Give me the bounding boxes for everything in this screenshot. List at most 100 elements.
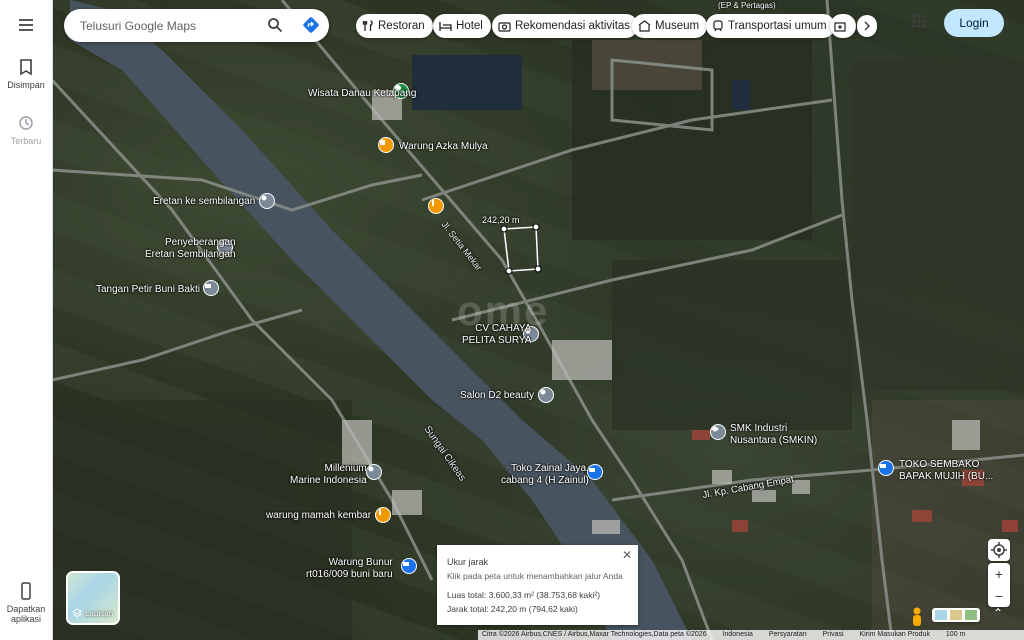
label-line: Warung Bunur (328, 557, 393, 568)
landmark-pin-icon[interactable] (259, 193, 275, 209)
pharmacy-icon (834, 22, 846, 32)
museum-icon (638, 20, 651, 32)
imagery-attribution: Citra ©2026 Airbus,CNES / Airbus,Maxar T… (482, 631, 707, 638)
phone-icon (21, 582, 31, 600)
layers-icon (72, 608, 82, 618)
business-pin-icon[interactable] (366, 464, 382, 480)
label-line: CV CAHAYA (475, 323, 532, 334)
measure-title: Ukur jarak (447, 557, 489, 567)
footer-feedback[interactable]: Kirim Masukan Produk (860, 631, 930, 638)
chevron-right-icon (864, 21, 871, 31)
camera-icon (498, 22, 511, 32)
place-label-smk[interactable]: SMK Industri Nusantara (SMKIN) (730, 423, 817, 447)
pegman-icon[interactable] (908, 606, 926, 628)
login-button[interactable]: Login (944, 9, 1004, 37)
label-line: Millenium (324, 463, 367, 474)
apps-grid-icon[interactable] (912, 14, 926, 28)
measure-distance-label: 242,20 m (482, 215, 520, 225)
chip-hotel[interactable]: Hotel (433, 14, 491, 38)
salon-pin-icon[interactable] (538, 387, 554, 403)
chip-restoran[interactable]: Restoran (356, 14, 433, 38)
museum-pin-icon[interactable] (203, 280, 219, 296)
shop-pin-icon[interactable] (401, 558, 417, 574)
chip-label: Museum (655, 20, 700, 32)
place-label-toko-sembako[interactable]: TOKO SEMBAKO BAPAK MUJIH (BU... (899, 459, 993, 483)
place-label-toko-zainal[interactable]: Toko Zainal Jaya, cabang 4 (H Zainul) (501, 463, 589, 487)
place-label-millenium[interactable]: Millenium Marine Indonesia (290, 463, 367, 487)
label-line: BAPAK MUJIH (BU... (899, 471, 994, 482)
label-line: Nusantara (SMKIN) (730, 435, 818, 446)
chips-scroll-right-button[interactable] (857, 15, 877, 37)
label-line: SMK Industri (730, 423, 788, 434)
chip-museum[interactable]: Museum (632, 14, 708, 38)
place-label-mamah[interactable]: warung mamah kembar (266, 510, 371, 522)
place-label-azka[interactable]: Warung Azka Mulya (399, 141, 488, 153)
measure-hint: Klik pada peta untuk menambahkan jalur A… (447, 571, 623, 581)
shop-pin-icon[interactable] (587, 464, 603, 480)
layers-label: Lapisan (85, 608, 114, 618)
chip-label: Transportasi umum (728, 20, 827, 32)
saved-button[interactable]: Disimpan (0, 58, 52, 90)
search-icon[interactable] (267, 17, 283, 33)
place-label-tangan[interactable]: Tangan Petir Buni Bakti (96, 284, 200, 296)
measure-distance-panel: Ukur jarak ✕ Klik pada peta untuk menamb… (437, 545, 638, 625)
recent-button[interactable]: Terbaru (0, 114, 52, 146)
zoom-out-button[interactable]: − (988, 585, 1010, 607)
menu-button[interactable] (0, 16, 52, 38)
place-label-salon[interactable]: Salon D2 beauty (460, 390, 534, 402)
layer-thumbnails[interactable] (932, 608, 980, 622)
label-line: Eretan Sembilangan (145, 249, 236, 260)
map-type-thumbnails-icon (935, 610, 977, 620)
place-label-penyeberangan[interactable]: Penyeberangan Eretan Sembilangan (145, 237, 236, 261)
zoom-controls: + − (988, 563, 1010, 607)
search-box[interactable]: Telusuri Google Maps (64, 9, 329, 42)
expand-up-icon[interactable]: ⌃ (988, 606, 1008, 626)
bookmark-icon (20, 59, 32, 76)
my-location-button[interactable] (988, 539, 1010, 561)
train-icon (713, 20, 723, 32)
close-icon[interactable]: ✕ (622, 548, 632, 562)
zoom-in-button[interactable]: + (988, 563, 1010, 585)
left-rail: Disimpan Terbaru Dapatkan aplikasi (0, 0, 53, 640)
map-scale[interactable]: 100 m (946, 631, 965, 638)
footer-terms[interactable]: Persyaratan (769, 631, 807, 638)
directions-icon[interactable] (302, 16, 320, 34)
map-canvas[interactable]: ome 242,20 m Jl. Setia Mekar Jl. Kp. Cab… (52, 0, 1024, 640)
location-icon (991, 542, 1007, 558)
layers-label-wrap: Lapisan (72, 608, 113, 618)
footer-privacy[interactable]: Privasi (823, 631, 844, 638)
recent-label: Terbaru (10, 136, 42, 146)
place-label-pertagas: (EP & Pertagas) (718, 1, 776, 10)
label-line: Toko Zainal Jaya, (511, 463, 589, 474)
chip-more-category[interactable] (830, 14, 856, 38)
label-line: rt016/009 buni baru (306, 569, 393, 580)
label-line: Penyeberangan (165, 237, 236, 248)
cafe-pin-icon[interactable] (378, 137, 394, 153)
footer-country[interactable]: Indonesia (723, 631, 753, 638)
place-label-wisata[interactable]: Wisata Danau Ketapang (308, 88, 416, 100)
food-pin-icon[interactable] (428, 198, 444, 214)
map-footer: Citra ©2026 Airbus,CNES / Airbus,Maxar T… (478, 630, 1024, 640)
food-pin-icon[interactable] (375, 507, 391, 523)
place-label-cahaya[interactable]: CV CAHAYA PELITA SURYA (462, 323, 531, 347)
chip-rekomendasi[interactable]: Rekomendasi aktivitas (492, 14, 639, 38)
school-pin-icon[interactable] (710, 424, 726, 440)
label-line: Marine Indonesia (290, 475, 367, 486)
history-icon (19, 116, 33, 130)
restaurant-icon (362, 20, 373, 31)
chip-label: Hotel (456, 20, 483, 32)
chip-label: Restoran (378, 20, 425, 32)
saved-label: Disimpan (7, 80, 45, 90)
menu-icon (19, 19, 33, 31)
shop-pin-icon[interactable] (878, 460, 894, 476)
place-label-eretan[interactable]: Eretan ke sembilangan (153, 196, 255, 208)
hotel-icon (439, 22, 452, 31)
search-input[interactable]: Telusuri Google Maps (80, 19, 196, 33)
layers-button[interactable]: Lapisan (66, 571, 120, 625)
place-label-bunur[interactable]: Warung Bunur rt016/009 buni baru (306, 557, 393, 581)
measure-area: Luas total: 3.600,33 m² (38.753,68 kaki²… (447, 590, 601, 600)
chip-label: Rekomendasi aktivitas (515, 20, 631, 32)
get-app-button[interactable]: Dapatkan aplikasi (0, 582, 52, 624)
label-line: cabang 4 (H Zainul) (501, 475, 589, 486)
chip-transportasi[interactable]: Transportasi umum (706, 14, 835, 38)
